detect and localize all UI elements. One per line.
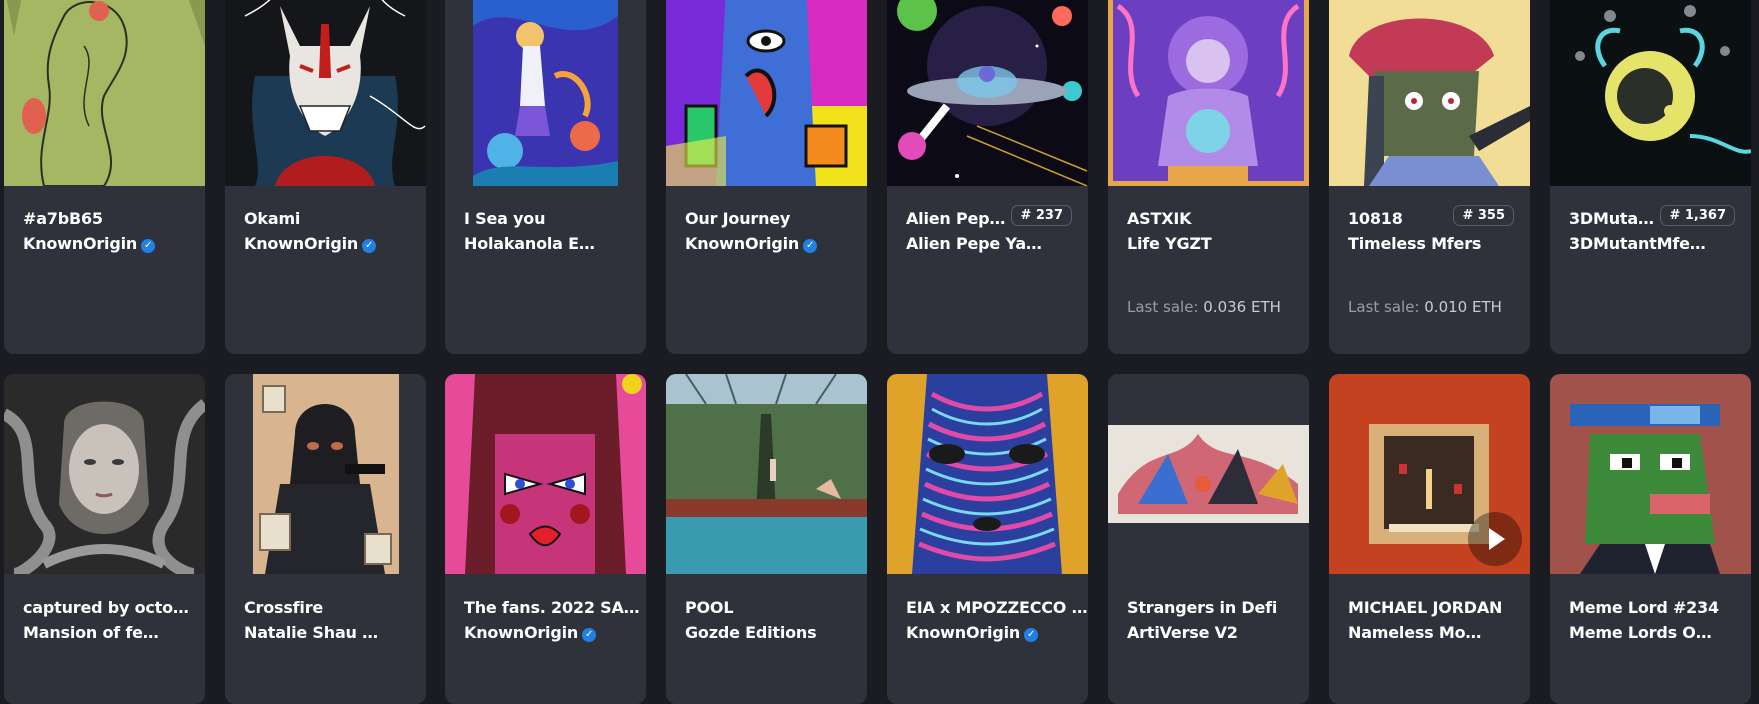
- collection-name[interactable]: Gozde Editions: [685, 623, 817, 642]
- collection-label[interactable]: Meme Lords O…: [1569, 623, 1712, 642]
- collection-name[interactable]: Meme Lords O…: [1569, 623, 1712, 642]
- collection-label[interactable]: KnownOrigin: [244, 234, 358, 253]
- collection-label[interactable]: Timeless Mfers: [1348, 234, 1481, 253]
- nft-image[interactable]: [666, 374, 867, 574]
- verified-icon: ✓: [1024, 628, 1039, 642]
- last-sale: Last sale: 0.010 ETH: [1348, 298, 1502, 316]
- nft-name[interactable]: Strangers in Defi: [1127, 598, 1277, 617]
- collection-label[interactable]: Natalie Shau …: [244, 623, 378, 642]
- nft-image[interactable]: [225, 0, 426, 186]
- collection-name[interactable]: Holakanola E…: [464, 234, 595, 253]
- collection-label[interactable]: Alien Pepe Ya…: [906, 234, 1042, 253]
- nft-name[interactable]: Okami: [244, 209, 300, 228]
- nft-card-meme-lord-234[interactable]: Meme Lord #234 Meme Lords O…: [1550, 374, 1751, 704]
- last-sale-label: Last sale:: [1127, 298, 1199, 316]
- token-number-badge: # 237: [1011, 205, 1072, 226]
- verified-icon: ✓: [362, 239, 377, 253]
- collection-label[interactable]: KnownOrigin: [464, 623, 578, 642]
- collection-name[interactable]: 3DMutantMfe…: [1569, 234, 1706, 253]
- nft-name[interactable]: Crossfire: [244, 598, 323, 617]
- nft-card-captured-by-octo[interactable]: captured by octo… Mansion of fe…: [4, 374, 205, 704]
- collection-label[interactable]: KnownOrigin: [23, 234, 137, 253]
- nft-image[interactable]: [4, 0, 205, 186]
- nft-card-strangers-in-defi[interactable]: Strangers in Defi ArtiVerse V2: [1108, 374, 1309, 704]
- collection-name[interactable]: Alien Pepe Ya…: [906, 234, 1042, 253]
- nft-image[interactable]: [1550, 0, 1751, 186]
- nft-image[interactable]: [4, 374, 205, 574]
- collection-label[interactable]: KnownOrigin: [685, 234, 799, 253]
- nft-name[interactable]: #a7bB65: [23, 209, 103, 228]
- nft-card-3dmutant[interactable]: # 1,367 3DMuta… 3DMutantMfe…: [1550, 0, 1751, 354]
- collection-label[interactable]: Holakanola E…: [464, 234, 595, 253]
- nft-card-pool[interactable]: POOL Gozde Editions: [666, 374, 867, 704]
- last-sale-label: Last sale:: [1348, 298, 1420, 316]
- collection-name[interactable]: KnownOrigin ✓: [685, 234, 818, 253]
- verified-icon: ✓: [582, 628, 597, 642]
- token-number-badge: # 1,367: [1660, 205, 1735, 226]
- nft-name[interactable]: Our Journey: [685, 209, 790, 228]
- collection-name[interactable]: Life YGZT: [1127, 234, 1212, 253]
- collection-label[interactable]: Gozde Editions: [685, 623, 817, 642]
- nft-card-eia-mpozzecco[interactable]: EIA x MPOZZECCO … KnownOrigin ✓: [887, 374, 1088, 704]
- token-number-badge: # 355: [1453, 205, 1514, 226]
- nft-card-10818[interactable]: # 355 10818 Timeless Mfers Last sale: 0.…: [1329, 0, 1530, 354]
- verified-icon: ✓: [141, 239, 156, 253]
- nft-name[interactable]: ASTXIK: [1127, 209, 1192, 228]
- collection-name[interactable]: ArtiVerse V2: [1127, 623, 1238, 642]
- nft-image[interactable]: [445, 0, 646, 186]
- collection-label[interactable]: 3DMutantMfe…: [1569, 234, 1706, 253]
- nft-name[interactable]: POOL: [685, 598, 734, 617]
- nft-image[interactable]: [1108, 0, 1309, 186]
- nft-name[interactable]: 3DMuta…: [1569, 209, 1654, 228]
- collection-label[interactable]: Life YGZT: [1127, 234, 1212, 253]
- collection-label[interactable]: Nameless Mo…: [1348, 623, 1481, 642]
- nft-name[interactable]: Meme Lord #234: [1569, 598, 1719, 617]
- collection-label[interactable]: ArtiVerse V2: [1127, 623, 1238, 642]
- nft-image[interactable]: [225, 374, 426, 574]
- collection-name[interactable]: KnownOrigin ✓: [23, 234, 156, 253]
- last-sale-value: 0.036 ETH: [1203, 298, 1281, 316]
- nft-name[interactable]: captured by octo…: [23, 598, 189, 617]
- nft-image[interactable]: [666, 0, 867, 186]
- nft-image[interactable]: [445, 374, 646, 574]
- last-sale: Last sale: 0.036 ETH: [1127, 298, 1281, 316]
- nft-card-our-journey[interactable]: Our Journey KnownOrigin ✓: [666, 0, 867, 354]
- nft-image[interactable]: [1108, 374, 1309, 574]
- nft-image[interactable]: [887, 0, 1088, 186]
- nft-image[interactable]: [1550, 374, 1751, 574]
- nft-card-crossfire[interactable]: Crossfire Natalie Shau …: [225, 374, 426, 704]
- collection-name[interactable]: KnownOrigin ✓: [244, 234, 377, 253]
- collection-label[interactable]: KnownOrigin: [906, 623, 1020, 642]
- nft-name[interactable]: EIA x MPOZZECCO …: [906, 598, 1088, 617]
- nft-card-i-sea-you[interactable]: I Sea you Holakanola E…: [445, 0, 646, 354]
- collection-name[interactable]: Timeless Mfers: [1348, 234, 1481, 253]
- verified-icon: ✓: [803, 239, 818, 253]
- nft-card-astxik[interactable]: ASTXIK Life YGZT Last sale: 0.036 ETH: [1108, 0, 1309, 354]
- play-video-icon[interactable]: [1468, 512, 1522, 566]
- nft-name[interactable]: MICHAEL JORDAN: [1348, 598, 1502, 617]
- nft-card-okami[interactable]: Okami KnownOrigin ✓: [225, 0, 426, 354]
- collection-name[interactable]: Nameless Mo…: [1348, 623, 1481, 642]
- collection-label[interactable]: Mansion of fe…: [23, 623, 159, 642]
- nft-name[interactable]: I Sea you: [464, 209, 545, 228]
- collection-name[interactable]: Mansion of fe…: [23, 623, 159, 642]
- nft-card-alien-pepe[interactable]: # 237 Alien Pep… Alien Pepe Ya…: [887, 0, 1088, 354]
- nft-card-michael-jordan[interactable]: MICHAEL JORDAN Nameless Mo…: [1329, 374, 1530, 704]
- nft-image[interactable]: [1329, 0, 1530, 186]
- nft-card-a7bb65[interactable]: #a7bB65 KnownOrigin ✓: [4, 0, 205, 354]
- nft-image[interactable]: [887, 374, 1088, 574]
- nft-card-the-fans[interactable]: The fans. 2022 SA… KnownOrigin ✓: [445, 374, 646, 704]
- collection-name[interactable]: KnownOrigin ✓: [464, 623, 597, 642]
- collection-name[interactable]: Natalie Shau …: [244, 623, 378, 642]
- last-sale-value: 0.010 ETH: [1424, 298, 1502, 316]
- nft-name[interactable]: Alien Pep…: [906, 209, 1005, 228]
- collection-name[interactable]: KnownOrigin ✓: [906, 623, 1039, 642]
- nft-name[interactable]: The fans. 2022 SA…: [464, 598, 640, 617]
- nft-name[interactable]: 10818: [1348, 209, 1403, 228]
